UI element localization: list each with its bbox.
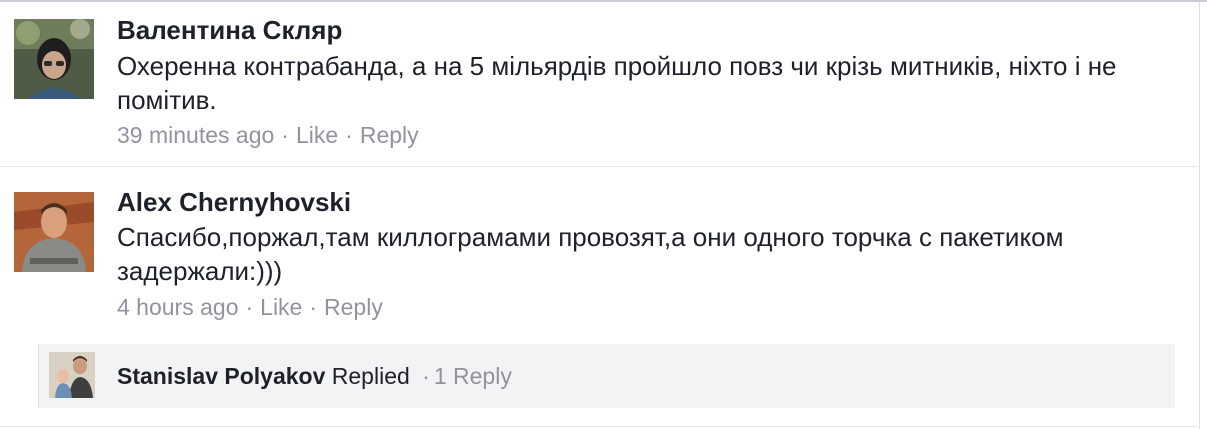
separator-dot: · [309, 294, 318, 320]
comment-meta: 4 hours ago · Like · Reply [117, 293, 383, 321]
comment-text: Спасибо,поржал,там киллограмами провозят… [117, 222, 1064, 286]
replies-summary[interactable]: Stanislav Polyakov Replied · 1 Reply [38, 344, 1175, 408]
avatar[interactable] [49, 352, 95, 398]
reply-action-text: Replied [331, 363, 410, 389]
avatar-photo-icon [14, 19, 94, 99]
reply-button[interactable]: Reply [324, 294, 383, 320]
comments-panel: Валентина Скляр Охеренна контрабанда, а … [0, 0, 1207, 429]
separator-dot: · [345, 122, 353, 148]
avatar-photo-icon [14, 192, 94, 272]
separator-dot: · [281, 122, 289, 148]
avatar[interactable] [14, 192, 94, 272]
comment-author[interactable]: Alex Chernyhovski [117, 187, 351, 217]
comment-timestamp[interactable]: 39 minutes ago [117, 122, 274, 148]
reply-author[interactable]: Stanislav Polyakov [117, 363, 325, 389]
comment-meta: 39 minutes ago · Like · Reply [117, 121, 419, 149]
comment-timestamp[interactable]: 4 hours ago [117, 294, 238, 320]
comment-divider [0, 426, 1198, 427]
view-replies-link[interactable]: 1 Reply [434, 363, 512, 389]
like-button[interactable]: Like [296, 122, 338, 148]
reply-summary-line: Stanislav Polyakov Replied · 1 Reply [117, 362, 512, 390]
like-button[interactable]: Like [260, 294, 302, 320]
comment-text: Охеренна контрабанда, а на 5 мільярдів п… [117, 51, 1117, 115]
panel-scroll-edge [1199, 2, 1200, 429]
reply-button[interactable]: Reply [360, 122, 419, 148]
separator-dot: · [245, 294, 254, 320]
comment-author[interactable]: Валентина Скляр [117, 15, 342, 45]
separator-dot: · [422, 363, 430, 389]
avatar-photo-icon [49, 352, 95, 398]
comment: Валентина Скляр Охеренна контрабанда, а … [0, 2, 1198, 166]
avatar[interactable] [14, 19, 94, 99]
